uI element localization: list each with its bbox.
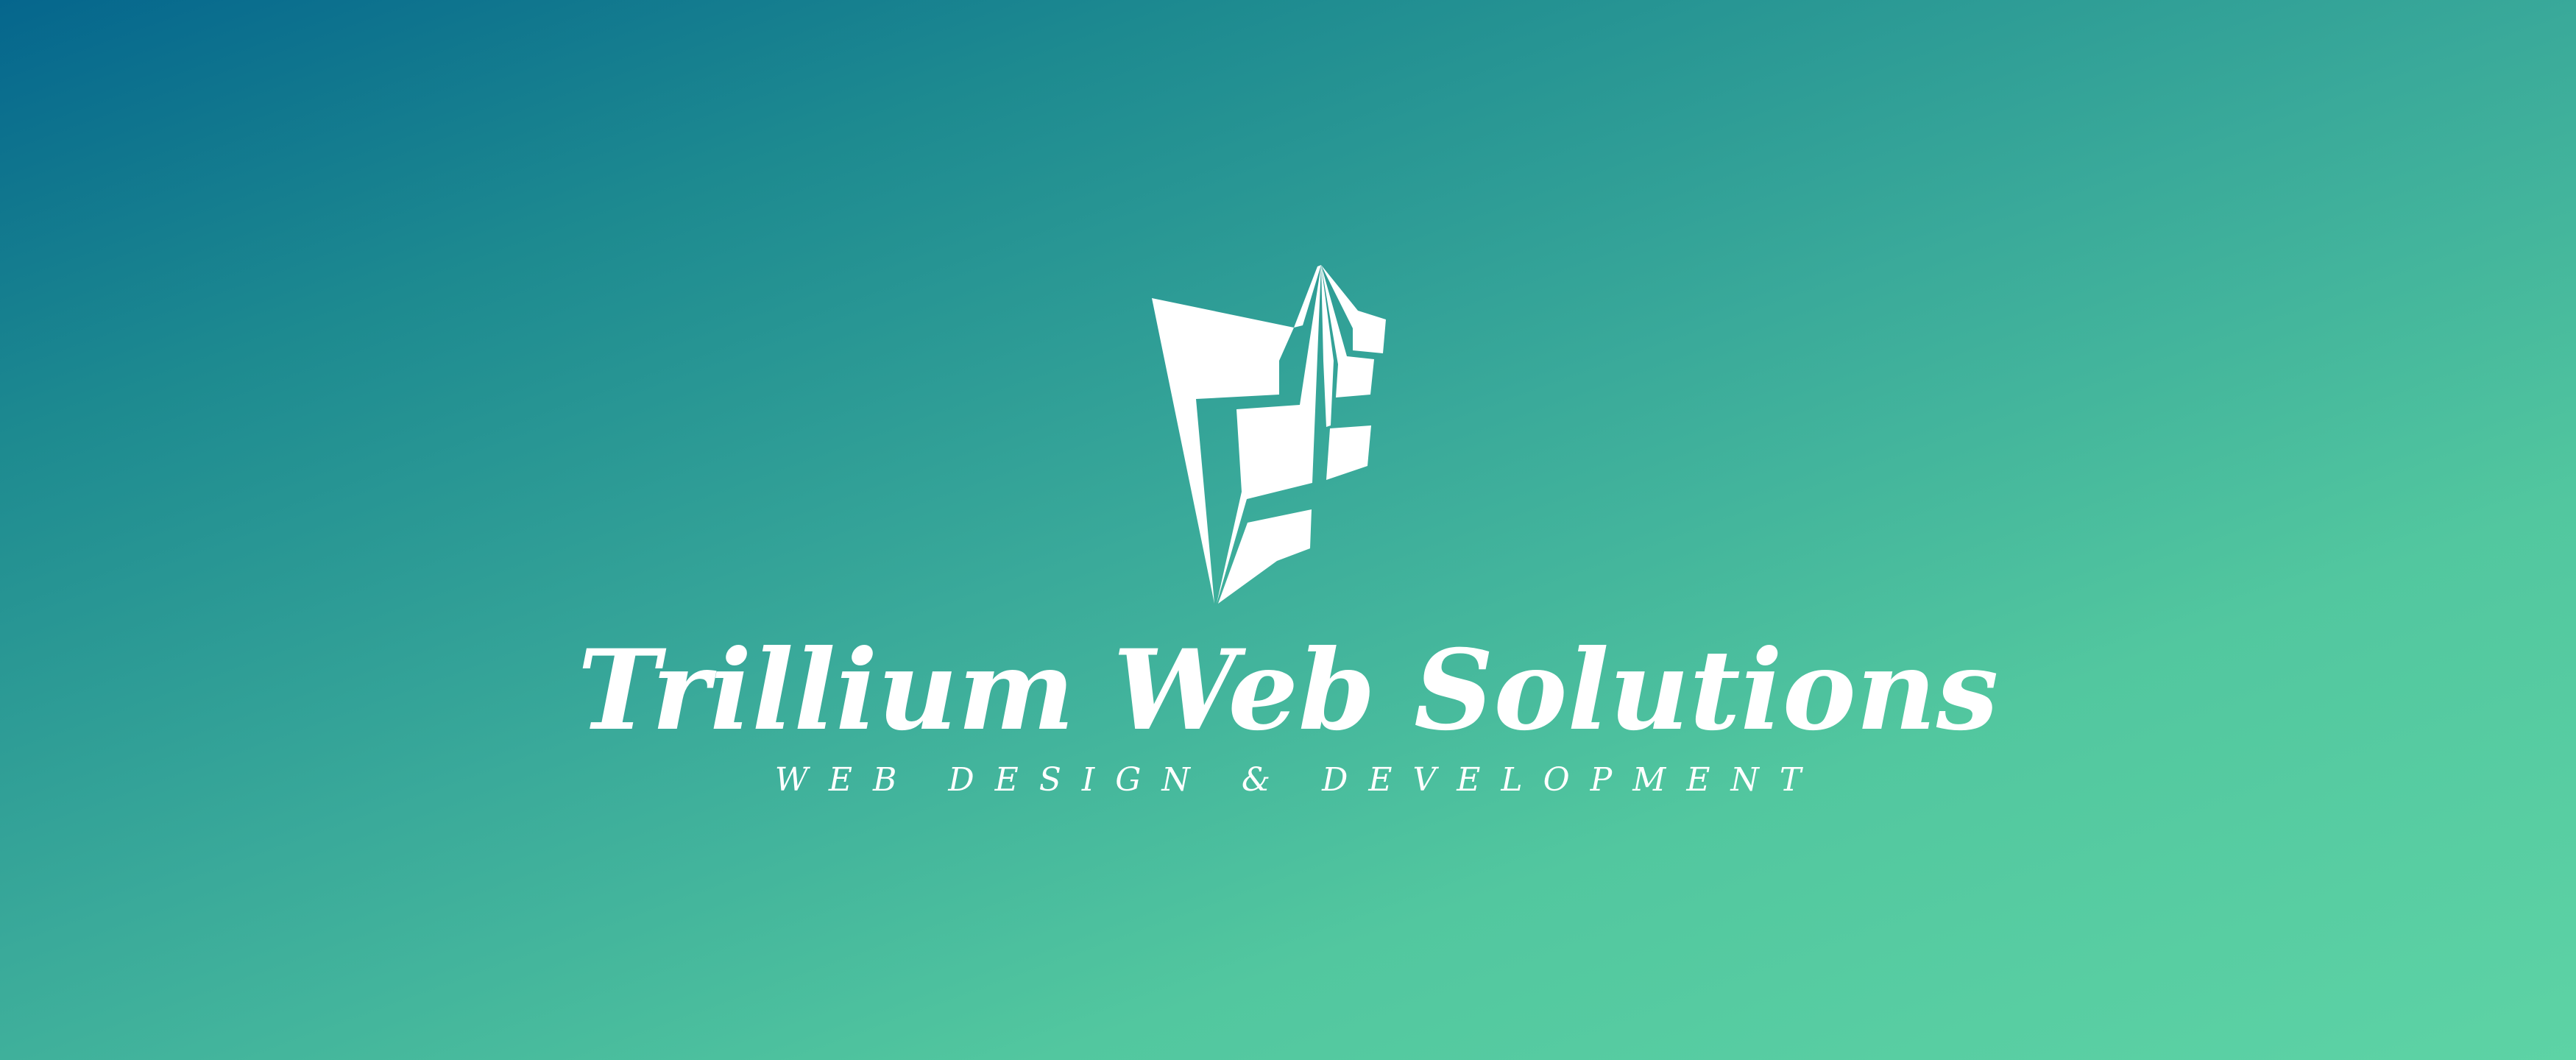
- brand-name: Trillium Web Solutions: [577, 626, 1999, 755]
- logo-lower-block: [1218, 509, 1312, 604]
- brand-tagline: WEB DESIGN & DEVELOPMENT: [774, 761, 1822, 799]
- brand-banner: Trillium Web Solutions WEB DESIGN & DEVE…: [0, 0, 2576, 1060]
- logo-right-low: [1326, 425, 1371, 480]
- trillium-logo-icon: [1152, 265, 1386, 604]
